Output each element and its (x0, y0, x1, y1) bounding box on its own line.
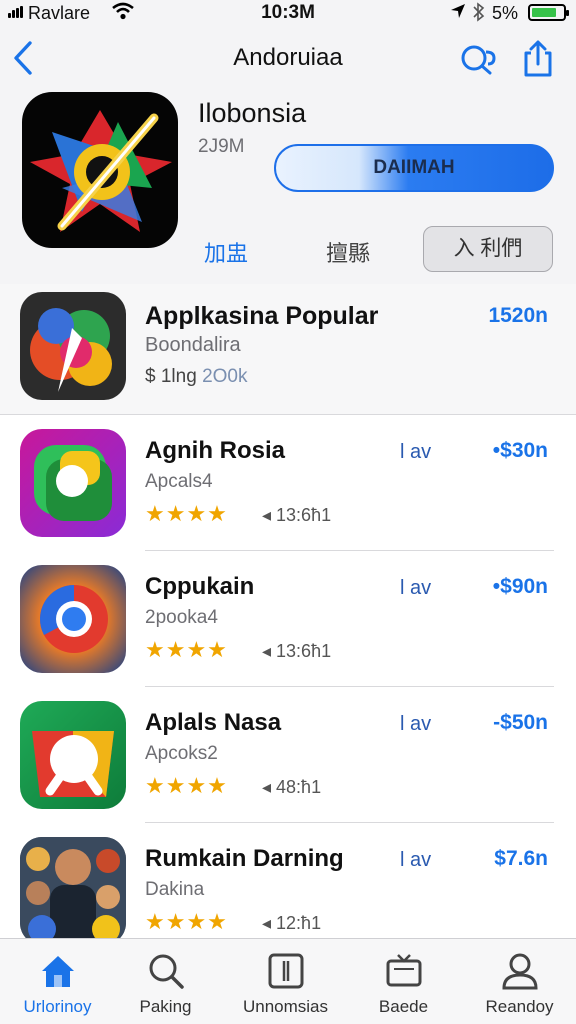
app-subtitle: 2pooka4 (145, 607, 218, 628)
popular-title: Applkasina Popular (145, 302, 379, 330)
rating-count: ◂ 48:ħ1 (262, 777, 322, 797)
status-bar: Ravlare 10:3M 5% (0, 0, 576, 26)
download-label: l av (400, 441, 432, 463)
app-name: Aplals Nasa (145, 709, 282, 736)
tab-bar: Urlorinoy Paking Unnomsias Baede Reandoy (0, 938, 576, 1024)
rating-count: ◂ 13:6ħ1 (262, 641, 332, 661)
tab-profile[interactable]: Reandoy (462, 939, 576, 1024)
rating-count: ◂ 13:6ħ1 (262, 505, 332, 525)
popular-meta: $ 1lng 2O0k (145, 366, 247, 388)
featured-link-secondary[interactable]: 擅縣 (326, 236, 370, 268)
download-label: l av (400, 577, 432, 599)
person-icon (502, 953, 538, 990)
tab-label: Unnomsias (242, 997, 329, 1016)
app-subtitle: Dakina (145, 879, 205, 900)
popular-meta-value: 2O0k (202, 366, 248, 387)
search-icon[interactable] (460, 42, 498, 76)
tab-home[interactable]: Urlorinoy (0, 939, 115, 1024)
segment-button[interactable]: 入 利們 (423, 226, 553, 272)
featured-app-icon[interactable] (22, 92, 178, 248)
tab-tv[interactable]: Baede (346, 939, 461, 1024)
star-rating: ★★★★ (145, 637, 228, 662)
battery-percent: 5% (492, 3, 519, 23)
location-icon (451, 4, 465, 18)
app-list: Agnih Rosia Apcals4 ★★★★ ◂ 13:6ħ1 l av •… (0, 414, 576, 945)
tv-icon (386, 954, 422, 987)
featured-app: Ilobonsia 2J9M DAIIMAH 加盅 擅縣 入 利們 (0, 88, 576, 284)
tab-label: Baede (378, 997, 429, 1016)
price-button[interactable]: •$90n (493, 575, 548, 599)
clock: 10:3M (261, 2, 315, 23)
bluetooth-icon (473, 2, 485, 22)
compass-star-icon (30, 110, 172, 232)
document-icon (268, 953, 304, 989)
price-button[interactable]: $7.6n (494, 847, 548, 871)
list-item[interactable]: Aplals Nasa Apcoks2 ★★★★ ◂ 48:ħ1 l av -$… (0, 687, 576, 823)
app-icon (20, 701, 126, 809)
share-icon[interactable] (522, 38, 554, 78)
popular-app-icon (20, 292, 126, 400)
tab-documents[interactable]: Unnomsias (228, 939, 343, 1024)
get-button[interactable]: DAIIMAH (274, 144, 554, 192)
popular-meta-prefix: $ 1lng (145, 366, 197, 387)
app-name: Rumkain Darning (145, 845, 344, 872)
app-name: Cppukain (145, 573, 255, 600)
featured-link-primary[interactable]: 加盅 (204, 236, 248, 268)
star-rating: ★★★★ (145, 773, 228, 798)
app-icon (20, 837, 126, 945)
star-rating: ★★★★ (145, 501, 228, 526)
home-icon (42, 956, 74, 987)
star-rating: ★★★★ (145, 909, 228, 934)
tab-search[interactable]: Paking (108, 939, 223, 1024)
popular-subtitle: Boondalira (145, 334, 241, 356)
list-item[interactable]: Cppukain 2pooka4 ★★★★ ◂ 13:6ħ1 l av •$90… (0, 551, 576, 687)
search-icon (149, 954, 184, 989)
get-button-label: DAIIMAH (373, 157, 455, 178)
tab-label: Urlorinoy (23, 997, 92, 1016)
app-subtitle: Apcals4 (145, 471, 213, 492)
tab-label: Paking (139, 997, 192, 1016)
app-icon (20, 429, 126, 537)
app-icon (20, 565, 126, 673)
nav-bar: Andoruiaa (0, 30, 576, 86)
popular-price[interactable]: 1520n (488, 304, 548, 328)
download-label: l av (400, 713, 432, 735)
download-label: l av (400, 849, 432, 871)
price-button[interactable]: •$30n (493, 439, 548, 463)
list-item[interactable]: Agnih Rosia Apcals4 ★★★★ ◂ 13:6ħ1 l av •… (0, 415, 576, 551)
app-subtitle: Apcoks2 (145, 743, 218, 764)
app-name: Agnih Rosia (145, 437, 286, 464)
featured-app-name: Ilobonsia (198, 98, 307, 128)
rating-count: ◂ 12:ħ1 (262, 913, 322, 933)
tab-label: Reandoy (485, 997, 554, 1016)
popular-section[interactable]: Applkasina Popular Boondalira $ 1lng 2O0… (0, 284, 576, 414)
battery-icon (528, 4, 569, 21)
price-button[interactable]: -$50n (493, 711, 548, 735)
featured-app-size: 2J9M (198, 136, 245, 157)
